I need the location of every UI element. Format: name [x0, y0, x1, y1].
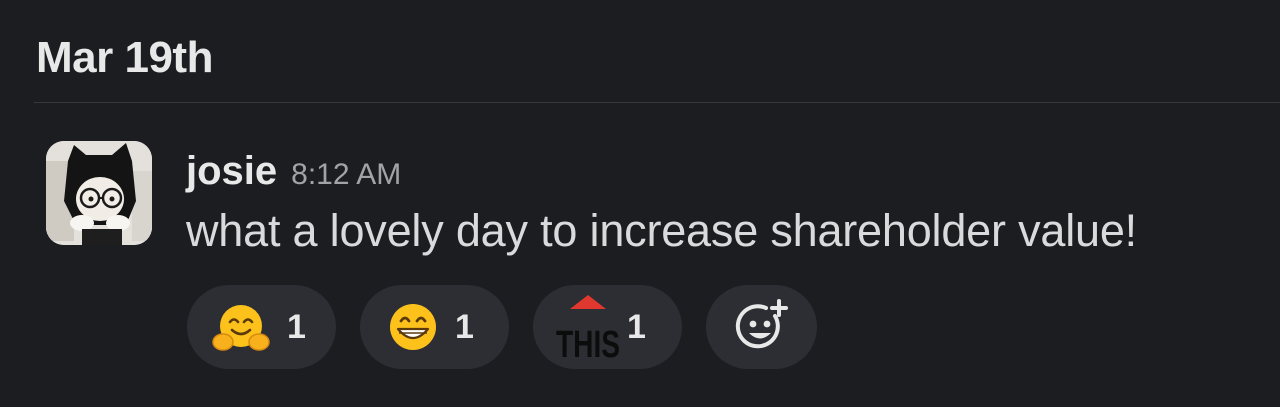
reaction-beaming-grin[interactable]: 1: [360, 285, 509, 369]
reaction-bar: 1 1 THIS 1: [187, 285, 817, 369]
avatar[interactable]: [46, 141, 152, 245]
beaming-grin-emoji: [387, 301, 439, 353]
hugging-face-emoji: [211, 302, 271, 352]
add-reaction-icon: [732, 298, 792, 356]
message-text: what a lovely day to increase shareholde…: [186, 205, 1137, 256]
message-author[interactable]: josie: [186, 149, 277, 194]
reaction-count: 1: [287, 307, 306, 346]
message-header: josie 8:12 AM: [186, 149, 401, 199]
this-emoji-text: THIS: [556, 324, 620, 361]
this-arrow-emoji: THIS: [555, 293, 621, 366]
reaction-this[interactable]: THIS 1: [533, 285, 682, 369]
reaction-count: 1: [627, 307, 646, 346]
reaction-hugging-face[interactable]: 1: [187, 285, 336, 369]
message-timestamp[interactable]: 8:12 AM: [291, 158, 401, 192]
day-divider-date[interactable]: Mar 19th: [36, 33, 213, 83]
day-divider-line: [34, 102, 1280, 103]
reaction-count: 1: [455, 307, 474, 346]
add-reaction-button[interactable]: [706, 285, 817, 369]
